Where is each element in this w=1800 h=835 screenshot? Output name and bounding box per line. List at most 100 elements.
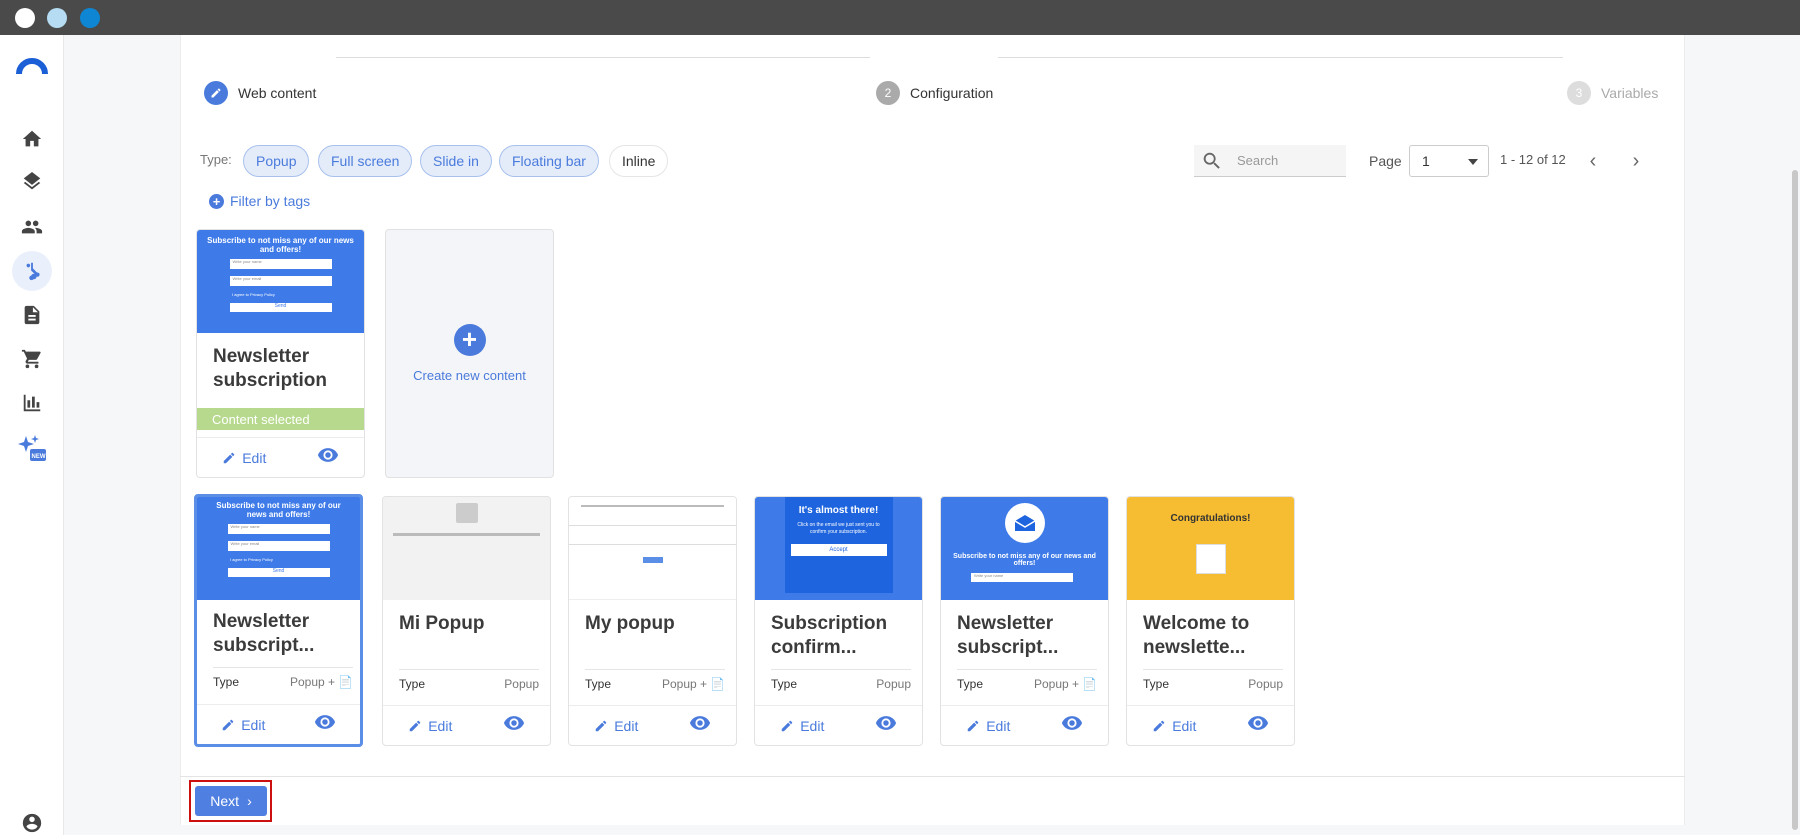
app-logo-icon[interactable] (16, 53, 48, 75)
window-titlebar (0, 0, 1800, 35)
chip-floating-bar[interactable]: Floating bar (499, 145, 599, 177)
edit-button[interactable]: Edit (222, 450, 266, 466)
pencil-icon (409, 720, 421, 731)
edit-button[interactable]: Edit (221, 717, 265, 733)
chart-icon[interactable] (12, 383, 52, 423)
people-icon[interactable] (12, 207, 52, 247)
thumbnail-accept: Accept (790, 544, 887, 556)
envelope-icon (1004, 503, 1045, 543)
chip-popup[interactable]: Popup (243, 145, 310, 177)
cart-icon[interactable] (12, 339, 52, 379)
page-select[interactable]: 1 (1409, 145, 1489, 177)
page-select-value: 1 (1422, 153, 1430, 169)
type-value: Popup (876, 677, 911, 691)
next-button[interactable]: Next › (195, 786, 267, 816)
edit-button[interactable]: Edit (780, 718, 824, 734)
ai-sparkle-icon[interactable]: NEW (12, 429, 52, 469)
card-actions: Edit (197, 704, 360, 744)
step-variables[interactable]: 3 Variables (1567, 81, 1658, 105)
preview-eye-icon[interactable] (314, 711, 336, 738)
layers-icon[interactable] (12, 163, 52, 203)
card-title: Subscription confirm... (771, 613, 888, 658)
template-card[interactable]: Mi Popup Type Popup Edit (382, 496, 551, 746)
preview-eye-icon[interactable] (1061, 712, 1083, 739)
home-icon[interactable] (12, 119, 52, 159)
step-number: 2 (876, 81, 900, 105)
card-thumbnail: It's almost there! Click on the email we… (755, 497, 922, 600)
chip-slide-in[interactable]: Slide in (420, 145, 492, 177)
card-actions: Edit (197, 437, 364, 477)
thumbnail-heading: Congratulations! (1170, 513, 1251, 524)
type-label: Type (399, 677, 426, 691)
window-close-button[interactable] (15, 8, 35, 28)
preview-eye-icon[interactable] (1247, 712, 1269, 739)
edit-label: Edit (614, 717, 639, 734)
template-card[interactable]: Subscribe to not miss any of our news an… (194, 494, 363, 747)
window-maximize-button[interactable] (80, 8, 100, 28)
type-value: Popup (1248, 677, 1283, 691)
type-label: Type (585, 677, 612, 691)
card-actions: Edit (755, 705, 922, 745)
search-box[interactable] (1194, 145, 1346, 177)
step-web-content[interactable]: Web content (204, 81, 316, 105)
thumbnail-text-line (581, 505, 724, 507)
add-circle-icon: + (453, 324, 486, 356)
step-configuration[interactable]: 2 Configuration (876, 81, 993, 105)
thumbnail-email-field: Write your email (227, 541, 330, 551)
thumbnail-name-field: Write your name (229, 259, 332, 269)
pencil-icon (204, 81, 228, 105)
document-icon[interactable] (12, 295, 52, 335)
thumbnail-name-field: Write your name (227, 524, 330, 534)
edit-button[interactable]: Edit (966, 718, 1010, 734)
edit-button[interactable]: Edit (408, 718, 452, 734)
thumbnail-heading: It's almost there! (798, 505, 879, 516)
chip-inline[interactable]: Inline (609, 145, 669, 177)
card-thumbnail (569, 497, 736, 600)
create-new-content-card[interactable]: + Create new content (385, 229, 554, 478)
flow-icon[interactable] (12, 251, 52, 291)
card-type-row: Type Popup (399, 669, 539, 691)
thumbnail-button (642, 557, 663, 563)
thumbnail-heading: Subscribe to not miss any of our news an… (207, 236, 354, 254)
pencil-icon (967, 720, 979, 731)
edit-label: Edit (241, 716, 266, 733)
card-actions: Edit (941, 705, 1108, 745)
add-circle-icon: + (209, 193, 224, 209)
thumbnail-text-line (393, 533, 540, 536)
thumbnail-field-line (569, 525, 736, 526)
template-card[interactable]: Subscribe to not miss any of our news an… (940, 496, 1109, 746)
type-label: Type (957, 677, 984, 691)
pencil-icon (595, 720, 607, 731)
edit-button[interactable]: Edit (1152, 718, 1196, 734)
card-type-row: Type Popup + 📄 (585, 669, 725, 691)
search-input[interactable] (1237, 153, 1337, 168)
pagination-range: 1 - 12 of 12 (1500, 152, 1566, 167)
account-icon[interactable] (12, 803, 52, 835)
type-filter-label: Type: (200, 152, 232, 167)
card-actions: Edit (383, 705, 550, 745)
template-card[interactable]: Congratulations! Welcome to newslette...… (1126, 496, 1295, 746)
selected-content-card[interactable]: Subscribe to not miss any of our news an… (196, 229, 365, 478)
chevron-right-icon[interactable]: › (1623, 148, 1649, 174)
filter-by-tags-label: Filter by tags (230, 193, 311, 209)
edit-label: Edit (428, 717, 453, 734)
pencil-icon (222, 719, 234, 730)
card-type-row: Type Popup + 📄 (957, 669, 1097, 691)
next-label: Next (210, 793, 240, 809)
preview-eye-icon[interactable] (317, 444, 339, 471)
preview-eye-icon[interactable] (503, 712, 525, 739)
window-minimize-button[interactable] (47, 8, 67, 28)
scrollbar[interactable] (1792, 170, 1798, 830)
card-thumbnail: Subscribe to not miss any of our news an… (197, 230, 364, 333)
chevron-left-icon[interactable]: ‹ (1580, 148, 1606, 174)
template-card[interactable]: It's almost there! Click on the email we… (754, 496, 923, 746)
edit-label: Edit (1172, 717, 1197, 734)
edit-button[interactable]: Edit (594, 718, 638, 734)
type-value: Popup + (662, 677, 708, 691)
filter-by-tags-link[interactable]: + Filter by tags (209, 193, 310, 209)
preview-eye-icon[interactable] (689, 712, 711, 739)
thumbnail-send: Send (229, 303, 332, 312)
chip-full-screen[interactable]: Full screen (318, 145, 413, 177)
preview-eye-icon[interactable] (875, 712, 897, 739)
template-card[interactable]: My popup Type Popup + 📄 Edit (568, 496, 737, 746)
